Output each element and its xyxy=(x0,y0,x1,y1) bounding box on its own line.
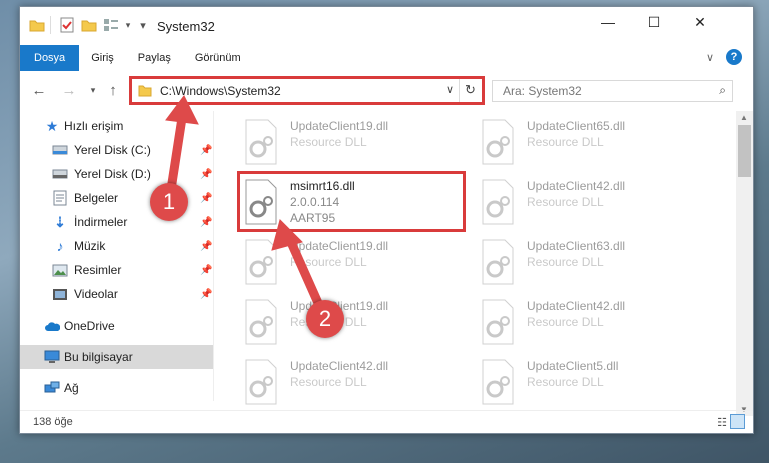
step-badge-1: 1 xyxy=(150,183,188,221)
step-badge-2: 2 xyxy=(306,300,344,338)
annotation-arrows xyxy=(165,95,327,317)
